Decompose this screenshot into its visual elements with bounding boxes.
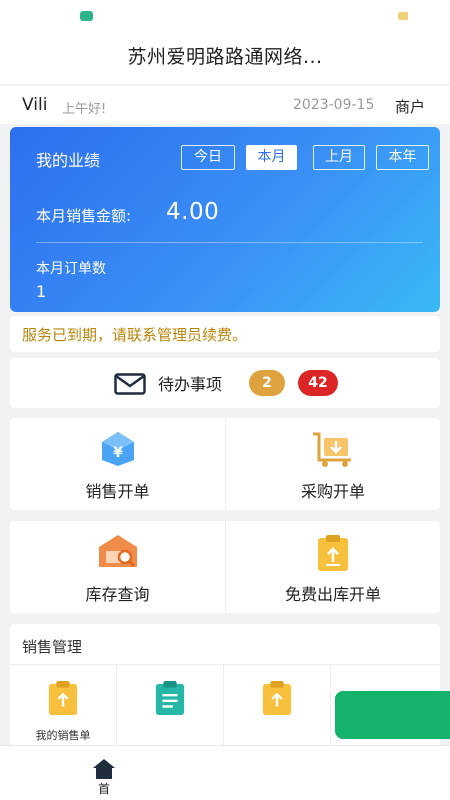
clipboard-list-icon	[154, 679, 186, 721]
todo-bar[interactable]: 待办事项 2 42	[10, 358, 440, 408]
purchase-order-button[interactable]: 采购开单	[225, 418, 440, 510]
inventory-query-button[interactable]: 库存查询	[10, 521, 225, 613]
clipboard-upload-icon	[47, 679, 79, 721]
page-title: 苏州爱明路路通网络...	[127, 46, 323, 68]
performance-card: 我的业绩 今日 本月 上月 本年 本月销售金额: 4.00 本月订单数 1	[10, 127, 440, 312]
tab-this-year[interactable]: 本年	[376, 145, 429, 170]
title-bar: 苏州爱明路路通网络...	[0, 34, 450, 84]
my-sales-orders-button[interactable]: 我的销售单	[10, 665, 117, 754]
floating-action-button[interactable]	[335, 691, 450, 739]
yuan-upload-icon: ¥	[98, 430, 138, 472]
divider	[36, 242, 423, 243]
battery-icon	[398, 12, 408, 20]
sales-return-button[interactable]	[224, 665, 331, 754]
user-name: Vili	[22, 95, 48, 115]
status-bar	[0, 0, 450, 34]
cart-download-icon	[311, 430, 355, 472]
inventory-query-label: 库存查询	[85, 585, 150, 604]
clipboard-upload-icon	[316, 533, 350, 577]
my-sales-orders-label: 我的销售单	[35, 729, 91, 742]
nav-home-label[interactable]: 首	[98, 780, 110, 797]
sales-amount-value: 4.00	[166, 199, 220, 225]
tab-last-month[interactable]: 上月	[313, 145, 365, 170]
quick-actions-row-1: ¥ 销售开单 采购开单	[10, 418, 440, 510]
tab-this-month[interactable]: 本月	[246, 145, 297, 170]
todo-alert-badge: 42	[298, 370, 338, 396]
clipboard-upload-icon	[261, 679, 293, 721]
free-outbound-label: 免费出库开单	[284, 585, 381, 604]
bottom-nav: 首	[0, 745, 450, 800]
svg-text:¥: ¥	[113, 445, 123, 461]
quick-actions-row-2: 库存查询 免费出库开单	[10, 521, 440, 613]
order-count-label: 本月订单数	[36, 261, 106, 277]
mail-icon	[114, 373, 146, 399]
app-notification-icon	[80, 11, 93, 21]
sales-list-button[interactable]	[117, 665, 224, 754]
performance-title: 我的业绩	[36, 151, 101, 170]
order-count-value: 1	[36, 282, 47, 301]
tab-today[interactable]: 今日	[181, 145, 235, 170]
section-title: 销售管理	[22, 638, 83, 656]
warehouse-search-icon	[97, 533, 139, 575]
notice-text: 服务已到期，请联系管理员续费。	[22, 326, 248, 344]
sales-amount-label: 本月销售金额:	[36, 207, 132, 225]
todo-label: 待办事项	[158, 375, 223, 394]
sales-order-label: 销售开单	[85, 482, 150, 501]
purchase-order-label: 采购开单	[300, 482, 365, 501]
user-type[interactable]: 商户	[395, 96, 425, 117]
free-outbound-button[interactable]: 免费出库开单	[225, 521, 440, 613]
expiry-notice: 服务已到期，请联系管理员续费。	[10, 316, 440, 352]
sales-order-button[interactable]: ¥ 销售开单	[10, 418, 225, 510]
greeting-text: 上午好!	[62, 102, 107, 117]
todo-count-badge: 2	[249, 370, 285, 396]
user-info-row: Vili 上午好! 2023-09-15 商户	[0, 86, 450, 124]
current-date: 2023-09-15	[293, 97, 375, 113]
